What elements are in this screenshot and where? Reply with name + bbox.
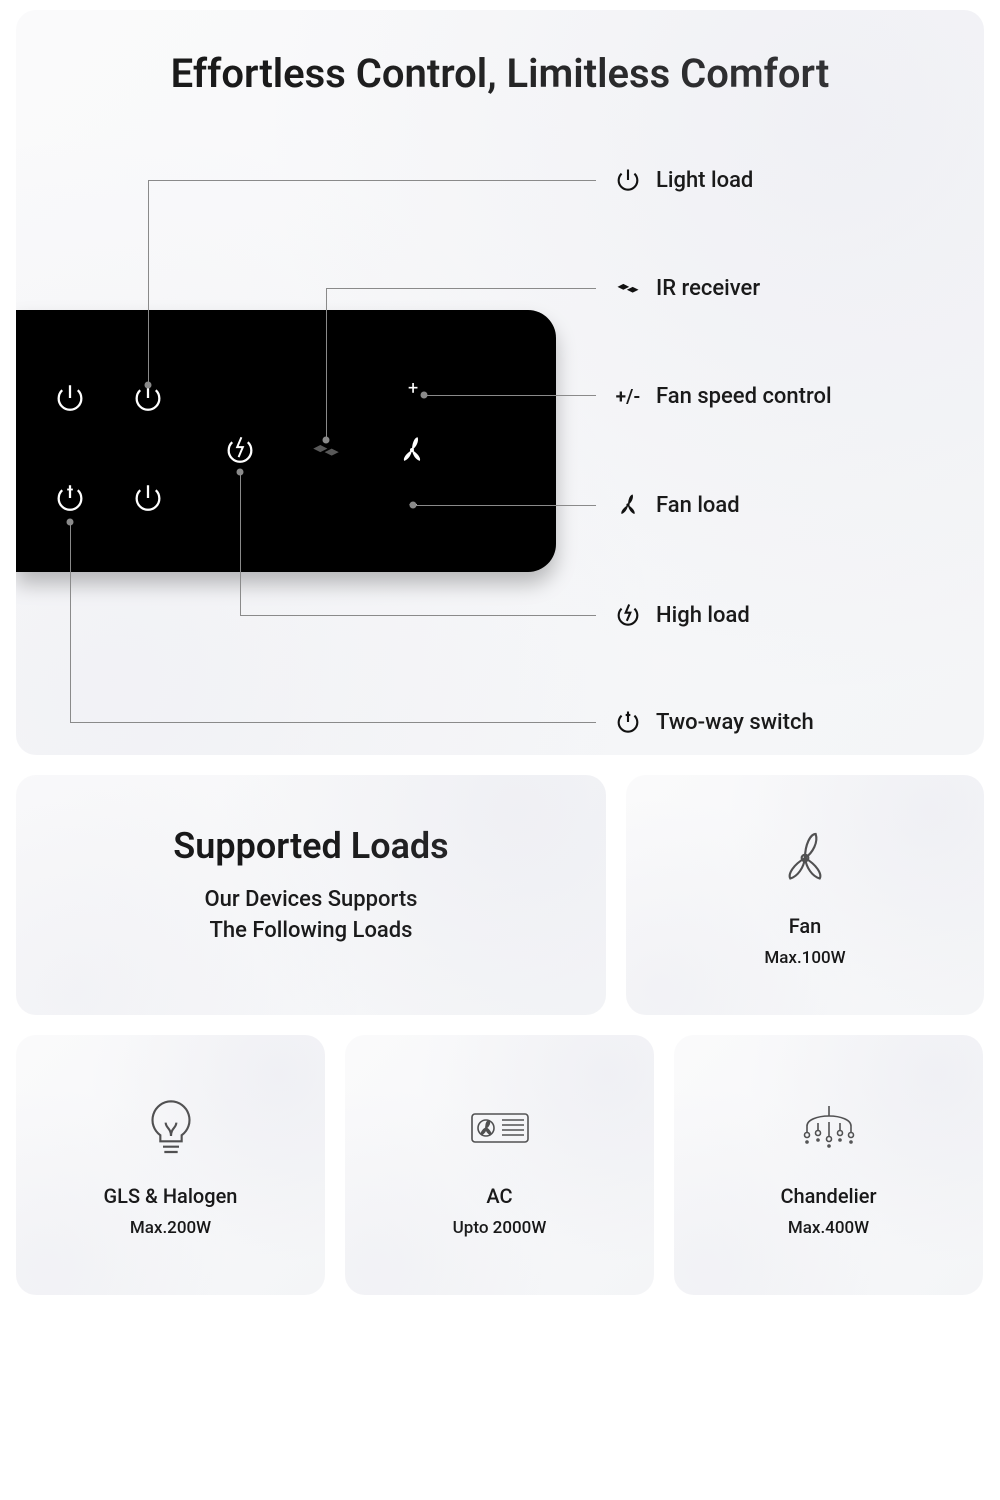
tile-max: Max.200W bbox=[130, 1218, 211, 1238]
callout-fan: Fan load bbox=[614, 491, 740, 519]
load-tile-fan: Fan Max.100W bbox=[626, 775, 984, 1015]
callout-label: High load bbox=[656, 603, 750, 628]
twoway-power-icon bbox=[52, 480, 88, 516]
high-load-power-icon bbox=[222, 432, 258, 468]
fan-blade-icon bbox=[614, 491, 642, 519]
tile-max: Max.400W bbox=[788, 1218, 869, 1238]
supported-title-card: Supported Loads Our Devices Supports The… bbox=[16, 775, 606, 1015]
tile-label: GLS & Halogen bbox=[104, 1184, 238, 1208]
twoway-icon bbox=[614, 708, 642, 736]
supported-subtitle: Our Devices Supports The Following Loads bbox=[56, 885, 566, 947]
callout-speed: +/- Fan speed control bbox=[614, 382, 832, 410]
tile-max: Max.100W bbox=[764, 948, 845, 968]
plusminus-icon: +/- bbox=[614, 382, 642, 410]
power-icon bbox=[52, 380, 88, 416]
supported-title: Supported Loads bbox=[56, 825, 566, 867]
ir-icon bbox=[614, 274, 642, 302]
power-icon bbox=[614, 166, 642, 194]
hero-card: Effortless Control, Limitless Comfort + … bbox=[16, 10, 984, 755]
callout-label: Two-way switch bbox=[656, 710, 814, 735]
load-tile-gls: GLS & Halogen Max.200W bbox=[16, 1035, 325, 1295]
callout-ir: IR receiver bbox=[614, 274, 760, 302]
callout-label: Fan speed control bbox=[656, 384, 832, 409]
plus-icon: + bbox=[408, 378, 418, 399]
callout-label: IR receiver bbox=[656, 276, 760, 301]
supported-row-1: Supported Loads Our Devices Supports The… bbox=[16, 775, 984, 1015]
tile-label: Fan bbox=[789, 914, 822, 938]
bulb-icon bbox=[135, 1092, 207, 1164]
tile-label: Chandelier bbox=[780, 1184, 876, 1208]
switch-panel-device: + − bbox=[16, 310, 556, 572]
tile-max: Upto 2000W bbox=[453, 1218, 547, 1238]
callout-light: Light load bbox=[614, 166, 753, 194]
hero-title: Effortless Control, Limitless Comfort bbox=[16, 50, 984, 97]
power-icon bbox=[130, 480, 166, 516]
load-tile-ac: AC Upto 2000W bbox=[345, 1035, 654, 1295]
callout-label: Light load bbox=[656, 168, 753, 193]
callout-label: Fan load bbox=[656, 493, 740, 518]
tile-label: AC bbox=[486, 1184, 512, 1208]
high-load-icon bbox=[614, 601, 642, 629]
callout-high: High load bbox=[614, 601, 750, 629]
fan-blade-icon bbox=[394, 432, 430, 468]
chandelier-icon bbox=[793, 1092, 865, 1164]
fan-icon bbox=[769, 822, 841, 894]
load-tile-chandelier: Chandelier Max.400W bbox=[674, 1035, 983, 1295]
supported-row-2: GLS & Halogen Max.200W AC Upto 2000W Cha… bbox=[16, 1035, 984, 1295]
ac-unit-icon bbox=[464, 1092, 536, 1164]
callout-twoway: Two-way switch bbox=[614, 708, 814, 736]
